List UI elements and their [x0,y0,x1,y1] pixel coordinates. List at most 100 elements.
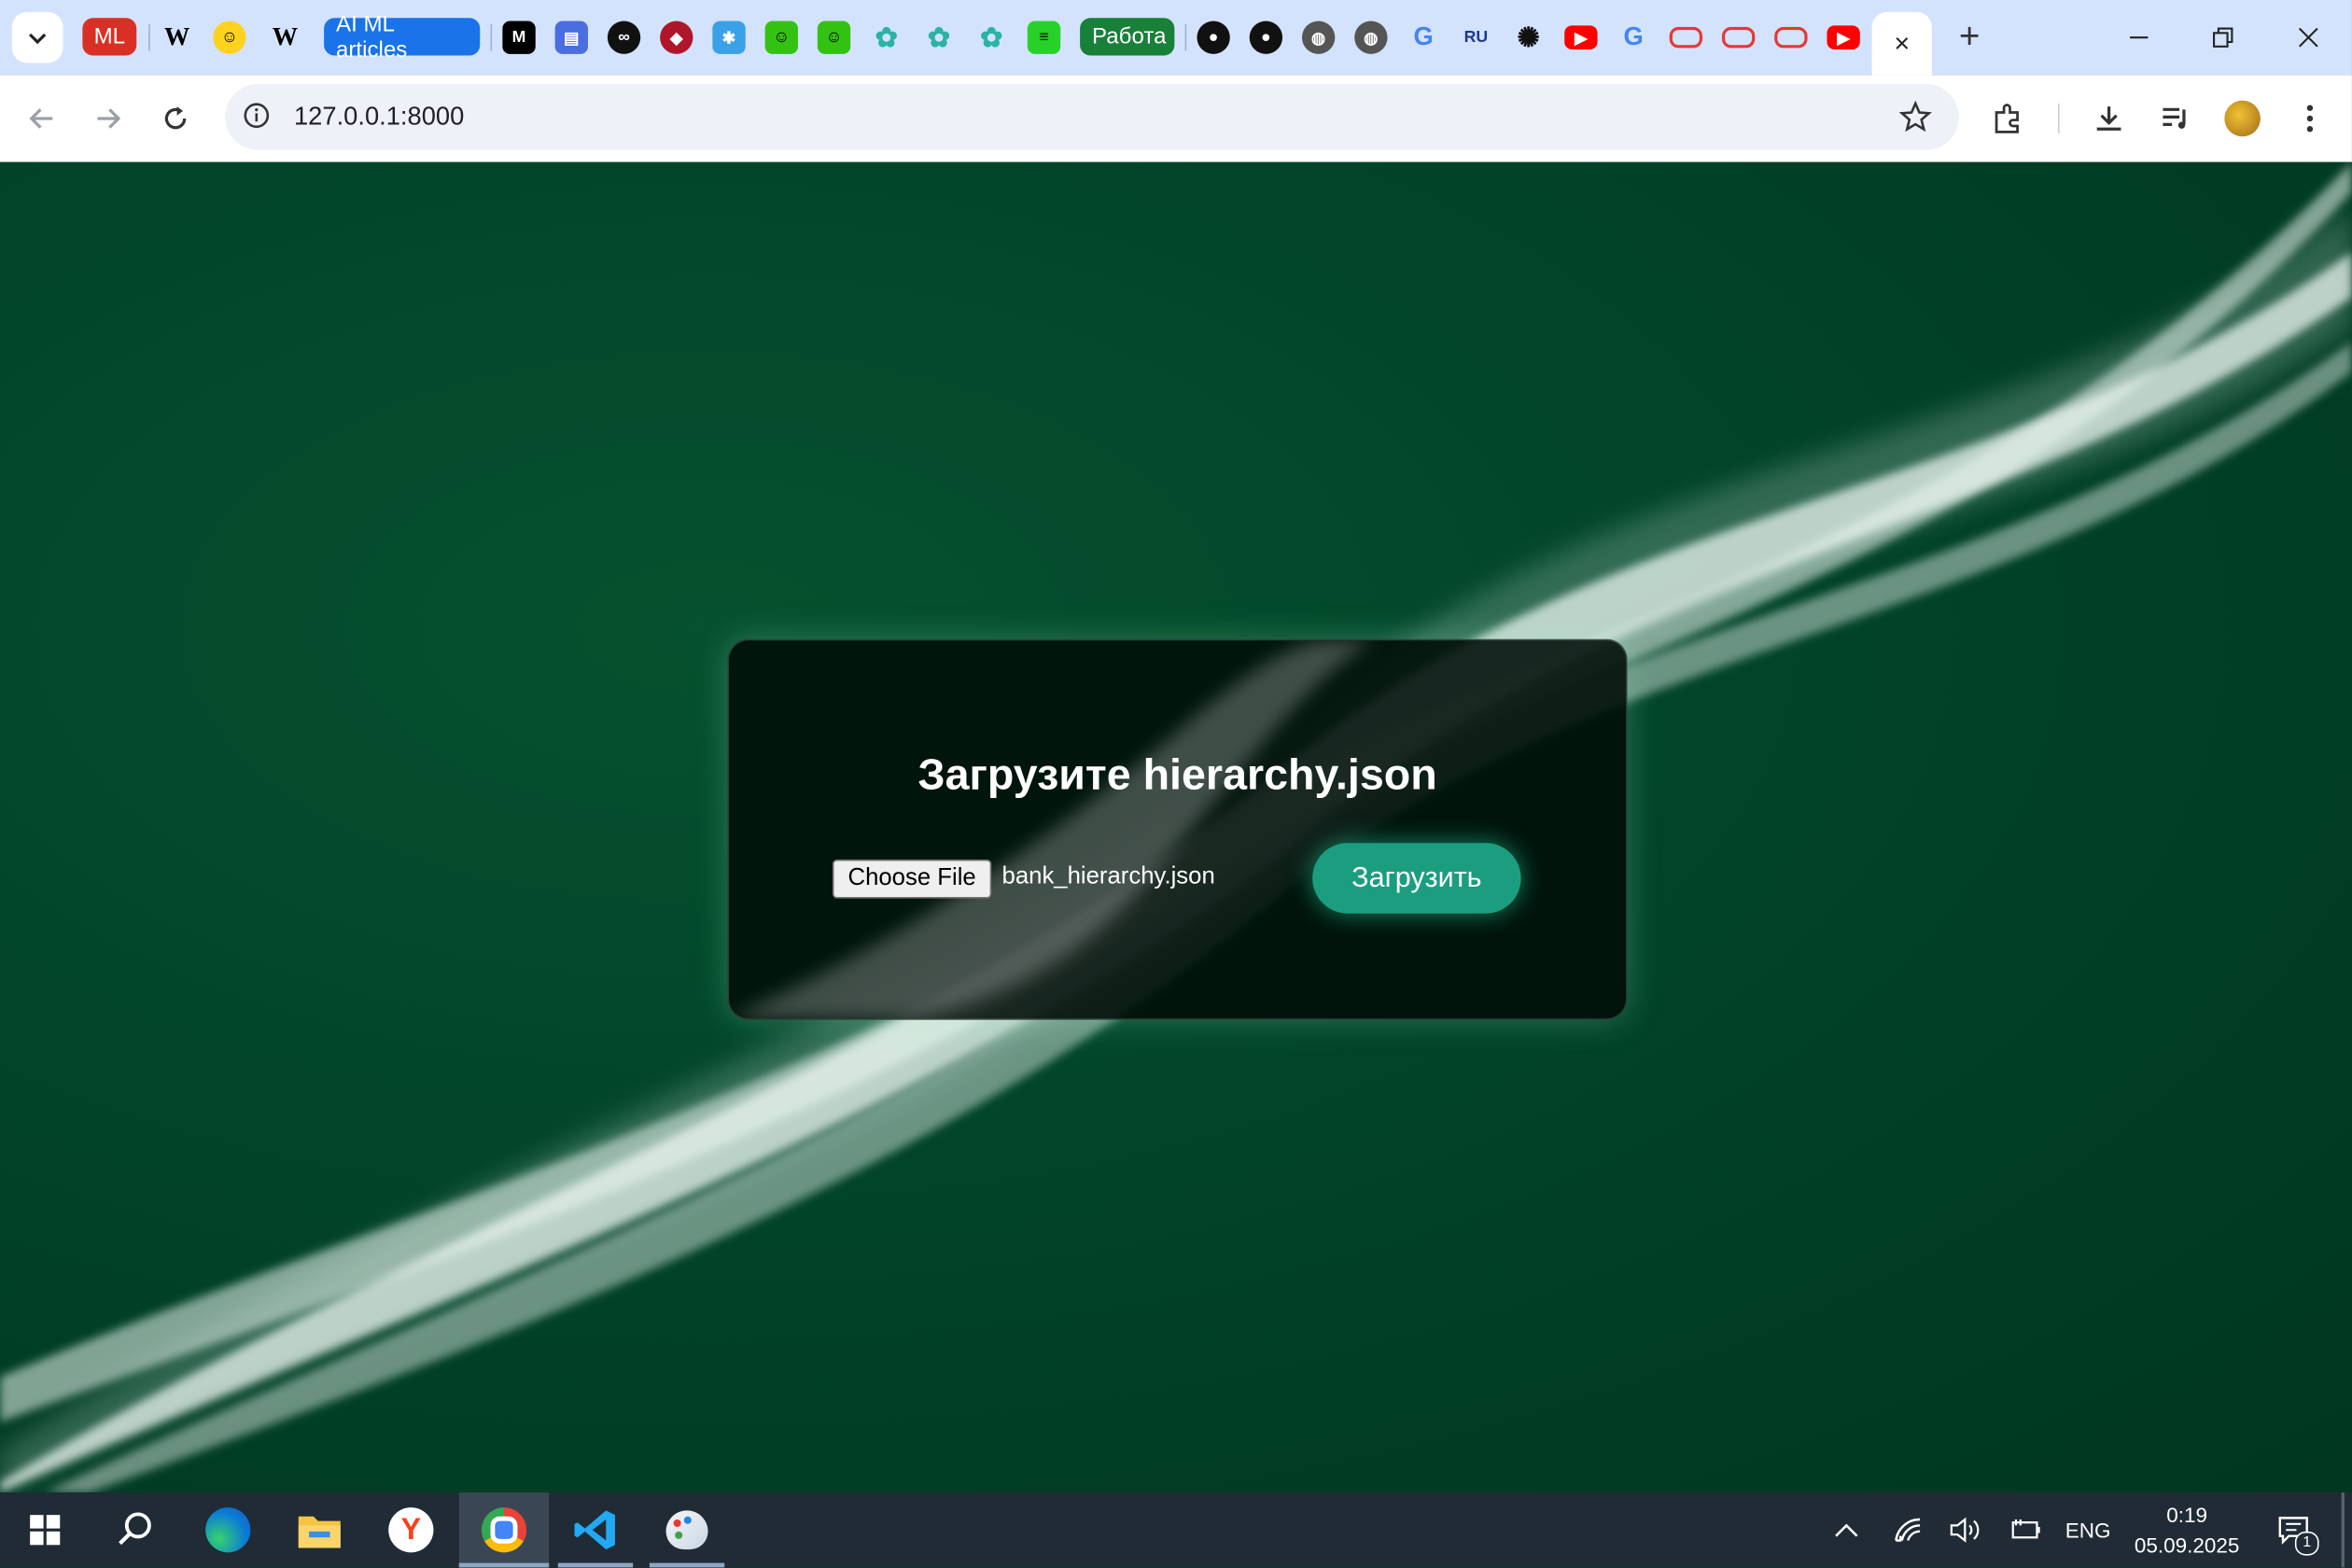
info-icon[interactable] [243,102,270,129]
chevron-up-icon [1835,1523,1858,1537]
pinned-tab[interactable]: ● [1196,15,1232,60]
active-indicator [458,1562,550,1568]
battery-icon [2011,1519,2040,1539]
language-indicator[interactable]: ENG [2058,1492,2118,1567]
clock-time: 0:19 [2166,1503,2208,1528]
running-indicator [557,1562,634,1568]
infinity-icon: ∞ [607,21,641,54]
avatar [2224,100,2261,137]
tab-separator [1184,23,1187,51]
show-desktop-button[interactable] [2341,1492,2345,1568]
start-button[interactable] [0,1492,90,1567]
tab-separator [148,23,150,51]
pinned-tab[interactable]: RU [1458,15,1494,60]
restore-button[interactable] [2204,18,2243,57]
star-icon[interactable] [1898,100,1932,133]
pinned-tab[interactable]: ▶ [1826,15,1862,60]
taskbar-paint[interactable] [642,1492,732,1568]
taskbar-vscode[interactable] [551,1492,640,1568]
url-text[interactable]: 127.0.0.1:8000 [294,102,464,132]
terminal-icon: ≡ [1027,21,1061,54]
profile-button[interactable] [2223,99,2262,138]
tab-search-button[interactable] [11,11,63,63]
google-icon: G [1413,22,1434,51]
selected-file-name: bank_hierarchy.json [1001,863,1215,890]
vscode-icon [574,1510,615,1550]
forward-button[interactable] [87,97,129,139]
search-icon [119,1512,151,1546]
pinned-tab[interactable]: ☺ [816,15,852,60]
start-icon [30,1515,61,1546]
tab-group-rabota[interactable]: Работа [1080,18,1175,56]
pinned-tab[interactable]: ≡ [1026,15,1062,60]
active-tab[interactable]: × [1871,11,1932,76]
pinned-tab[interactable]: M [501,15,538,60]
oval-icon [1669,26,1703,49]
pinned-tab[interactable]: ✿ [973,15,1010,60]
back-button[interactable] [21,97,63,139]
pinned-tab[interactable]: W [159,15,195,60]
pinned-tab[interactable]: ∞ [606,15,642,60]
pinned-tab[interactable]: ▤ [553,15,590,60]
card-sheen [729,640,1375,1019]
pinned-tab[interactable]: ◍ [1300,15,1337,60]
running-indicator [649,1562,725,1568]
taskbar-file-explorer[interactable] [274,1492,364,1567]
arrow-left-icon [29,108,53,129]
page-title: Загрузите hierarchy.json [917,751,1437,800]
minimize-button[interactable] [2120,18,2159,57]
pinned-tab[interactable] [1668,15,1704,60]
choose-file-button[interactable]: Choose File [832,859,992,899]
extensions-button[interactable] [1989,99,2028,138]
pinned-tab[interactable]: ✱ [711,15,748,60]
upload-button[interactable]: Загрузить [1312,843,1521,914]
close-window-button[interactable] [2289,18,2328,57]
pinned-tab[interactable]: ◍ [1353,15,1390,60]
snowflake-icon: ✱ [712,21,746,54]
playlist-icon [2163,107,2186,129]
downloads-button[interactable] [2090,99,2129,138]
ru-icon: RU [1463,28,1489,47]
volume-control[interactable] [1944,1492,1986,1567]
huggingface-icon: ☺ [213,21,246,54]
notification-center[interactable]: 1 [2268,1492,2319,1567]
reload-button[interactable] [155,97,197,139]
pinned-tab[interactable]: ✿ [869,15,905,60]
puzzle-icon [1995,104,2019,133]
colab-icon: ✿ [927,21,951,52]
pinned-tab[interactable]: ▶ [1563,15,1600,60]
pinned-tab[interactable]: G [1616,15,1652,60]
pinned-tab[interactable]: ● [1248,15,1284,60]
taskbar-chrome[interactable] [458,1492,550,1568]
tab-group-label: Работа [1091,23,1167,50]
show-hidden-icons[interactable] [1827,1492,1866,1567]
battery-status[interactable] [2004,1492,2046,1567]
chrome-icon [481,1507,527,1553]
pinned-tab[interactable] [1720,15,1757,60]
media-control-button[interactable] [2157,99,2196,138]
taskbar-edge[interactable] [183,1492,273,1567]
network-status[interactable] [1887,1492,1929,1567]
pinned-tab[interactable] [1773,15,1810,60]
pinned-tab[interactable]: ☺ [763,15,800,60]
pinned-tab[interactable]: ✺ [1510,15,1547,60]
new-tab-button[interactable]: + [1950,17,1989,57]
pinned-tab[interactable]: G [1406,15,1442,60]
page-viewport: Загрузите hierarchy.json Choose File ban… [0,161,2352,1493]
clock[interactable]: 0:19 05.09.2025 [2127,1500,2247,1560]
arrow-right-icon [97,108,121,129]
file-explorer-icon [298,1516,341,1548]
tab-group-ai-ml-articles[interactable]: AI ML articles [324,11,481,63]
taskbar-search[interactable] [90,1492,179,1567]
taskbar-yandex[interactable]: Y [366,1492,455,1567]
pinned-tab[interactable]: ☺ [212,15,248,60]
pinned-tab[interactable]: ✿ [921,15,958,60]
close-icon[interactable]: × [1894,28,1910,60]
pinned-tab[interactable]: ◆ [659,15,695,60]
tab-group-ml[interactable]: ML [82,18,137,56]
globe-icon: ◍ [1354,21,1388,54]
menu-button[interactable] [2290,99,2330,138]
pinned-tab[interactable]: W [267,15,303,60]
address-bar[interactable]: 127.0.0.1:8000 [225,83,1959,150]
edge-icon [205,1507,251,1553]
